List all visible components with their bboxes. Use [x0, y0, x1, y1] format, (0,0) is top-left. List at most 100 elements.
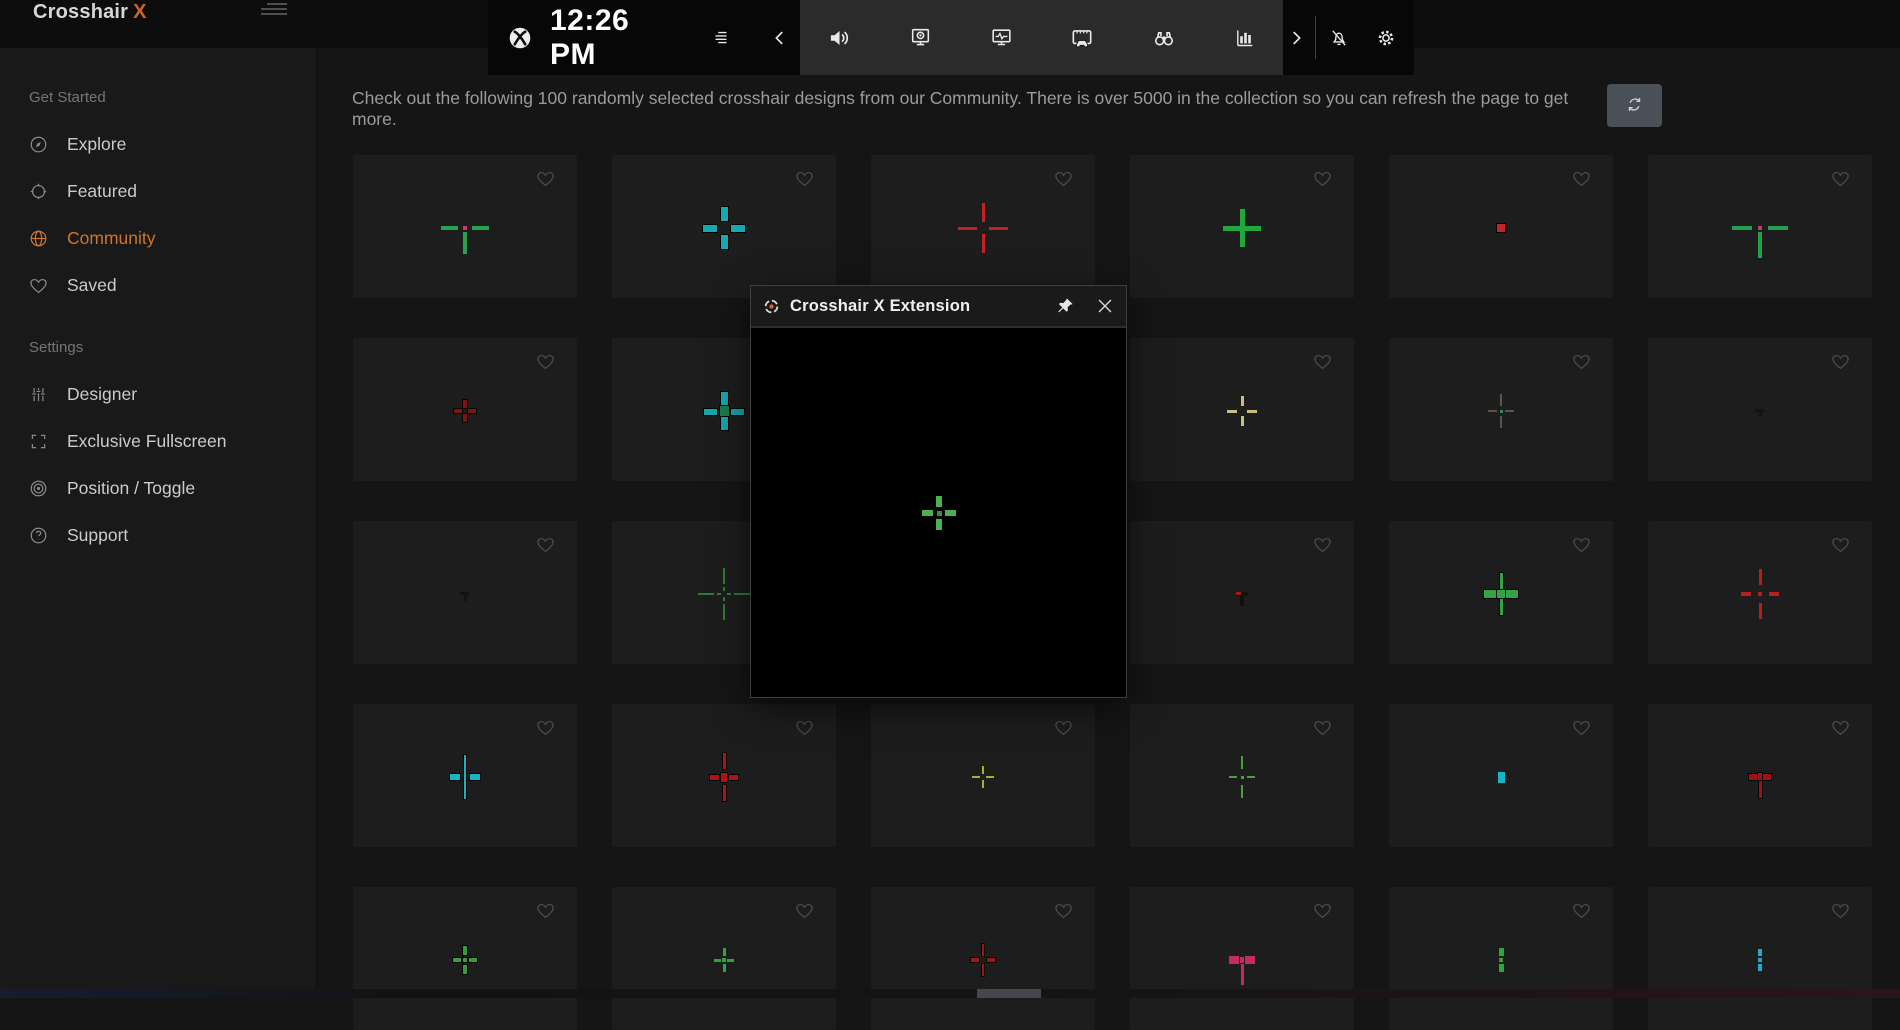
crosshair-card[interactable]: [612, 155, 836, 298]
crosshair-card[interactable]: [353, 887, 577, 1030]
favorite-heart-icon[interactable]: [1830, 900, 1851, 921]
crosshair-preview-segment: [723, 587, 725, 591]
crosshair-preview-segment: [1241, 964, 1244, 985]
extension-window[interactable]: Crosshair X Extension: [750, 285, 1127, 698]
lfg-icon[interactable]: [1151, 25, 1177, 51]
crosshair-card[interactable]: [1648, 887, 1872, 1030]
crosshair-card[interactable]: [871, 704, 1095, 847]
widgets-icon[interactable]: [710, 27, 732, 49]
sidebar-item-saved[interactable]: Saved: [0, 262, 316, 309]
favorite-heart-icon[interactable]: [1053, 900, 1074, 921]
resources-icon[interactable]: [1233, 26, 1257, 50]
favorite-heart-icon[interactable]: [1312, 900, 1333, 921]
favorite-heart-icon[interactable]: [1571, 168, 1592, 189]
crosshair-card[interactable]: [1389, 338, 1613, 481]
crosshair-preview-segment: [1498, 772, 1505, 783]
crosshair-card[interactable]: [1130, 704, 1354, 847]
bell-off-icon[interactable]: [1328, 27, 1350, 49]
crosshair-preview-segment: [1506, 590, 1518, 598]
favorite-heart-icon[interactable]: [1053, 717, 1074, 738]
hamburger-menu-icon[interactable]: [261, 0, 287, 18]
favorite-heart-icon[interactable]: [1312, 168, 1333, 189]
favorite-heart-icon[interactable]: [1312, 534, 1333, 555]
favorite-heart-icon[interactable]: [1571, 534, 1592, 555]
crosshair-preview-segment: [723, 964, 726, 972]
sidebar-item-featured[interactable]: Featured: [0, 168, 316, 215]
crosshair-card[interactable]: [353, 521, 577, 664]
favorite-heart-icon[interactable]: [535, 717, 556, 738]
favorite-heart-icon[interactable]: [794, 168, 815, 189]
favorite-heart-icon[interactable]: [1053, 168, 1074, 189]
crosshair-card[interactable]: [1648, 338, 1872, 481]
favorite-heart-icon[interactable]: [794, 900, 815, 921]
crosshair-preview-segment: [723, 948, 726, 956]
favorite-heart-icon[interactable]: [1571, 900, 1592, 921]
crosshair-preview-segment: [986, 776, 994, 778]
crosshair-card[interactable]: [1389, 521, 1613, 664]
favorite-heart-icon[interactable]: [1830, 534, 1851, 555]
crosshair-preview-segment: [1488, 410, 1497, 412]
crosshair-preview-segment: [463, 232, 467, 254]
gallery-icon[interactable]: [1069, 25, 1095, 51]
crosshair-preview-segment: [698, 593, 714, 595]
crosshair-preview-segment: [1241, 756, 1243, 769]
chevron-left-icon[interactable]: [769, 27, 791, 49]
app-logo-text: Crosshair: [33, 1, 128, 23]
crosshair-card[interactable]: [871, 887, 1095, 1030]
crosshair-preview-segment: [731, 409, 744, 415]
crosshair-preview-segment: [468, 409, 476, 413]
sidebar-item-position-toggle[interactable]: Position / Toggle: [0, 465, 316, 512]
crosshair-card[interactable]: [353, 704, 577, 847]
favorite-heart-icon[interactable]: [1830, 168, 1851, 189]
extension-titlebar[interactable]: Crosshair X Extension: [751, 286, 1126, 328]
crosshair-card[interactable]: [353, 338, 577, 481]
favorite-heart-icon[interactable]: [1571, 717, 1592, 738]
chevron-right-icon[interactable]: [1285, 27, 1307, 49]
crosshair-card[interactable]: [1130, 155, 1354, 298]
favorite-heart-icon[interactable]: [1830, 351, 1851, 372]
sidebar-item-exclusive-fullscreen[interactable]: Exclusive Fullscreen: [0, 418, 316, 465]
crosshair-card[interactable]: [612, 704, 836, 847]
favorite-heart-icon[interactable]: [535, 168, 556, 189]
pin-icon[interactable]: [1055, 296, 1075, 316]
performance-icon[interactable]: [989, 25, 1014, 50]
crosshair-preview-segment: [1759, 411, 1762, 417]
favorite-heart-icon[interactable]: [1830, 717, 1851, 738]
crosshair-card[interactable]: [1648, 704, 1872, 847]
favorite-heart-icon[interactable]: [794, 717, 815, 738]
crosshair-preview-segment: [721, 392, 728, 405]
favorite-heart-icon[interactable]: [1312, 717, 1333, 738]
sidebar-item-support[interactable]: Support: [0, 512, 316, 559]
crosshair-card[interactable]: [1389, 887, 1613, 1030]
xbox-icon[interactable]: [507, 25, 533, 51]
crosshair-preview-segment: [463, 226, 467, 230]
favorite-heart-icon[interactable]: [535, 351, 556, 372]
scrollbar-thumb[interactable]: [977, 989, 1041, 998]
crosshair-card[interactable]: [612, 887, 836, 1030]
favorite-heart-icon[interactable]: [1571, 351, 1592, 372]
audio-icon[interactable]: [826, 25, 852, 51]
gear-icon[interactable]: [1374, 26, 1398, 50]
favorite-heart-icon[interactable]: [535, 534, 556, 555]
crosshair-card[interactable]: [1130, 521, 1354, 664]
crosshair-card[interactable]: [1130, 338, 1354, 481]
close-icon[interactable]: [1094, 295, 1116, 317]
sidebar-item-community[interactable]: Community: [0, 215, 316, 262]
reticle-icon: [28, 181, 49, 202]
sidebar-item-explore[interactable]: Explore: [0, 121, 316, 168]
refresh-button[interactable]: [1607, 84, 1662, 127]
crosshair-preview-segment: [1763, 774, 1771, 780]
crosshair-card[interactable]: [1648, 521, 1872, 664]
favorite-heart-icon[interactable]: [1312, 351, 1333, 372]
crosshair-card[interactable]: [871, 155, 1095, 298]
favorite-heart-icon[interactable]: [535, 900, 556, 921]
sidebar-item-designer[interactable]: Designer: [0, 371, 316, 418]
fullscreen-icon: [28, 431, 49, 452]
crosshair-card[interactable]: [1648, 155, 1872, 298]
crosshair-card[interactable]: [1389, 704, 1613, 847]
crosshair-card[interactable]: [353, 155, 577, 298]
capture-icon[interactable]: [908, 25, 933, 50]
community-description: Check out the following 100 randomly sel…: [352, 88, 1592, 130]
crosshair-card[interactable]: [1130, 887, 1354, 1030]
crosshair-card[interactable]: [1389, 155, 1613, 298]
